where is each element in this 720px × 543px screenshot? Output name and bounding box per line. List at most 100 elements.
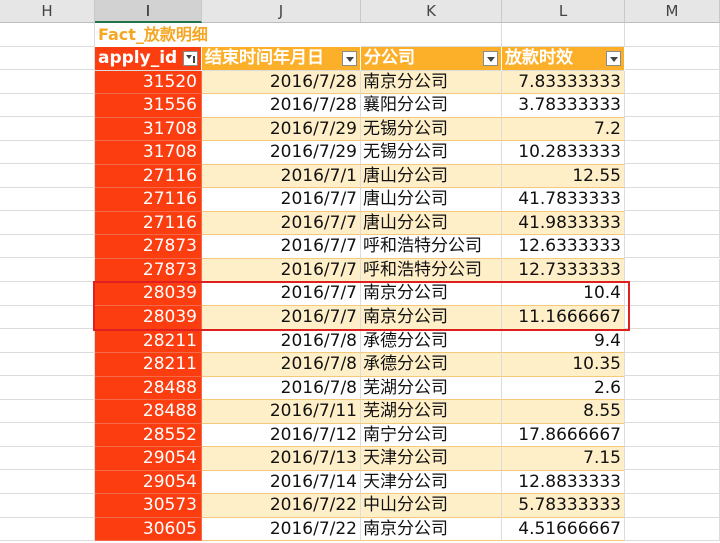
empty-cell[interactable] bbox=[625, 117, 720, 141]
cell-branch[interactable]: 芜湖分公司 bbox=[361, 400, 502, 424]
cell-loan-duration[interactable]: 10.35 bbox=[502, 353, 625, 377]
empty-cell[interactable] bbox=[0, 446, 95, 471]
cell-loan-duration[interactable]: 41.9833333 bbox=[502, 211, 625, 236]
cell-branch[interactable]: 呼和浩特分公司 bbox=[361, 258, 502, 283]
empty-cell[interactable] bbox=[625, 187, 720, 212]
cell-branch[interactable]: 承德分公司 bbox=[361, 329, 502, 354]
cell-apply-id[interactable]: 30573 bbox=[95, 494, 202, 518]
empty-cell[interactable] bbox=[0, 376, 95, 400]
cell-loan-duration[interactable]: 12.55 bbox=[502, 164, 625, 189]
cell-loan-duration[interactable]: 8.55 bbox=[502, 400, 625, 424]
cell-branch[interactable]: 无锡分公司 bbox=[361, 141, 502, 165]
cell-loan-duration[interactable]: 2.6 bbox=[502, 376, 625, 401]
empty-cell[interactable] bbox=[0, 46, 95, 71]
cell-apply-id[interactable]: 27873 bbox=[95, 258, 202, 283]
cell-end-date[interactable]: 2016/7/14 bbox=[202, 470, 361, 495]
cell-end-date[interactable]: 2016/7/7 bbox=[202, 188, 361, 212]
cell-apply-id[interactable]: 27873 bbox=[95, 235, 202, 259]
empty-cell[interactable] bbox=[0, 399, 95, 424]
cell-branch[interactable]: 中山分公司 bbox=[361, 494, 502, 518]
empty-cell[interactable] bbox=[502, 23, 625, 47]
empty-cell[interactable] bbox=[625, 517, 720, 542]
cell-end-date[interactable]: 2016/7/8 bbox=[202, 329, 361, 354]
empty-cell[interactable] bbox=[625, 494, 720, 518]
cell-loan-duration[interactable]: 7.83333333 bbox=[502, 70, 625, 95]
cell-apply-id[interactable]: 27116 bbox=[95, 211, 202, 236]
empty-cell[interactable] bbox=[625, 423, 720, 447]
empty-cell[interactable] bbox=[625, 282, 720, 306]
empty-cell[interactable] bbox=[625, 376, 720, 400]
empty-cell[interactable] bbox=[0, 117, 95, 141]
empty-cell[interactable] bbox=[625, 46, 720, 71]
cell-end-date[interactable]: 2016/7/22 bbox=[202, 517, 361, 542]
empty-cell[interactable] bbox=[0, 494, 95, 518]
cell-apply-id[interactable]: 29054 bbox=[95, 470, 202, 495]
cell-apply-id[interactable]: 30605 bbox=[95, 517, 202, 542]
cell-branch[interactable]: 襄阳分公司 bbox=[361, 94, 502, 118]
cell-branch[interactable]: 唐山分公司 bbox=[361, 211, 502, 236]
empty-cell[interactable] bbox=[0, 234, 95, 259]
empty-cell[interactable] bbox=[625, 70, 720, 94]
cell-loan-duration[interactable]: 7.2 bbox=[502, 117, 625, 142]
cell-apply-id[interactable]: 28488 bbox=[95, 376, 202, 401]
empty-cell[interactable] bbox=[0, 93, 95, 118]
cell-end-date[interactable]: 2016/7/12 bbox=[202, 423, 361, 448]
cell-branch[interactable]: 南宁分公司 bbox=[361, 423, 502, 448]
cell-loan-duration[interactable]: 10.2833333 bbox=[502, 141, 625, 165]
cell-branch[interactable]: 承德分公司 bbox=[361, 353, 502, 377]
empty-cell[interactable] bbox=[0, 140, 95, 165]
column-header-m[interactable]: M bbox=[625, 0, 720, 23]
cell-apply-id[interactable]: 28211 bbox=[95, 329, 202, 354]
cell-branch[interactable]: 南京分公司 bbox=[361, 70, 502, 95]
empty-cell[interactable] bbox=[625, 305, 720, 330]
empty-cell[interactable] bbox=[0, 258, 95, 283]
filter-dropdown-icon[interactable] bbox=[483, 51, 498, 66]
cell-loan-duration[interactable]: 9.4 bbox=[502, 329, 625, 354]
empty-cell[interactable] bbox=[0, 329, 95, 353]
empty-cell[interactable] bbox=[625, 164, 720, 188]
cell-end-date[interactable]: 2016/7/13 bbox=[202, 447, 361, 471]
column-header-k[interactable]: K bbox=[361, 0, 502, 23]
empty-cell[interactable] bbox=[625, 470, 720, 494]
empty-cell[interactable] bbox=[0, 470, 95, 494]
cell-apply-id[interactable]: 29054 bbox=[95, 447, 202, 471]
empty-cell[interactable] bbox=[625, 258, 720, 283]
cell-apply-id[interactable]: 28039 bbox=[95, 282, 202, 306]
cell-end-date[interactable]: 2016/7/1 bbox=[202, 164, 361, 189]
cell-end-date[interactable]: 2016/7/7 bbox=[202, 258, 361, 283]
spreadsheet-grid[interactable]: H I J K L M Fact_放款明细 apply_id 结束时间年月日 分公司 放款时效 315… bbox=[0, 0, 720, 543]
empty-cell[interactable] bbox=[0, 517, 95, 542]
empty-cell[interactable] bbox=[0, 164, 95, 188]
cell-end-date[interactable]: 2016/7/29 bbox=[202, 117, 361, 142]
cell-end-date[interactable]: 2016/7/7 bbox=[202, 235, 361, 259]
cell-loan-duration[interactable]: 12.8833333 bbox=[502, 470, 625, 495]
cell-loan-duration[interactable]: 3.78333333 bbox=[502, 94, 625, 118]
cell-loan-duration[interactable]: 12.6333333 bbox=[502, 235, 625, 259]
cell-branch[interactable]: 无锡分公司 bbox=[361, 117, 502, 142]
cell-end-date[interactable]: 2016/7/28 bbox=[202, 70, 361, 95]
empty-cell[interactable] bbox=[0, 352, 95, 377]
cell-apply-id[interactable]: 31556 bbox=[95, 94, 202, 118]
empty-cell[interactable] bbox=[625, 399, 720, 424]
column-header-l[interactable]: L bbox=[502, 0, 625, 23]
cell-loan-duration[interactable]: 12.7333333 bbox=[502, 258, 625, 283]
cell-apply-id[interactable]: 28039 bbox=[95, 306, 202, 330]
empty-cell[interactable] bbox=[625, 93, 720, 118]
cell-loan-duration[interactable]: 41.7833333 bbox=[502, 188, 625, 212]
cell-loan-duration[interactable]: 10.4 bbox=[502, 282, 625, 306]
cell-apply-id[interactable]: 31520 bbox=[95, 70, 202, 95]
column-header-i[interactable]: I bbox=[95, 0, 202, 23]
cell-loan-duration[interactable]: 7.15 bbox=[502, 447, 625, 471]
empty-cell[interactable] bbox=[0, 305, 95, 330]
filter-active-icon[interactable] bbox=[183, 51, 198, 66]
cell-branch[interactable]: 唐山分公司 bbox=[361, 164, 502, 189]
empty-cell[interactable] bbox=[625, 23, 720, 47]
cell-branch[interactable]: 天津分公司 bbox=[361, 447, 502, 471]
empty-cell[interactable] bbox=[0, 187, 95, 212]
cell-apply-id[interactable]: 28211 bbox=[95, 353, 202, 377]
cell-end-date[interactable]: 2016/7/8 bbox=[202, 376, 361, 401]
empty-cell[interactable] bbox=[0, 282, 95, 306]
cell-end-date[interactable]: 2016/7/11 bbox=[202, 400, 361, 424]
cell-branch[interactable]: 天津分公司 bbox=[361, 470, 502, 495]
cell-loan-duration[interactable]: 17.8666667 bbox=[502, 423, 625, 448]
